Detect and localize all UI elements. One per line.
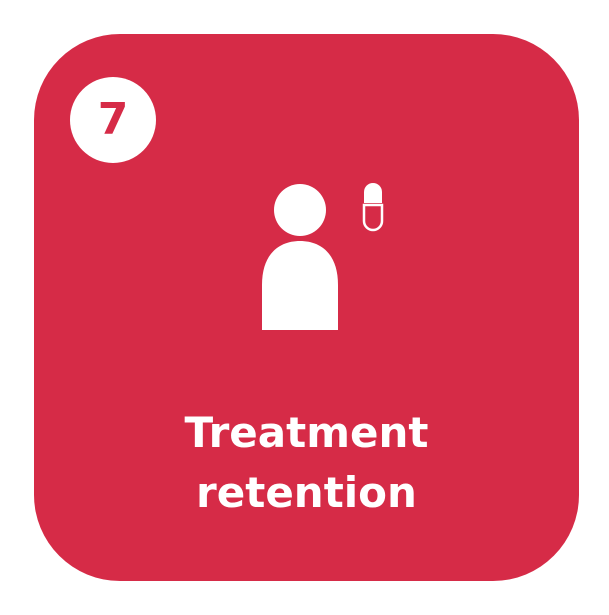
person-body-shape (262, 241, 338, 330)
card-title-line-1: Treatment (184, 408, 429, 457)
person-head-shape (274, 184, 326, 236)
step-number: 7 (97, 94, 129, 145)
step-number-badge: 7 (70, 77, 156, 163)
pill-capsule-icon (362, 183, 384, 232)
person-with-pill-icon (262, 183, 384, 330)
card-title-line-2: retention (196, 468, 417, 517)
